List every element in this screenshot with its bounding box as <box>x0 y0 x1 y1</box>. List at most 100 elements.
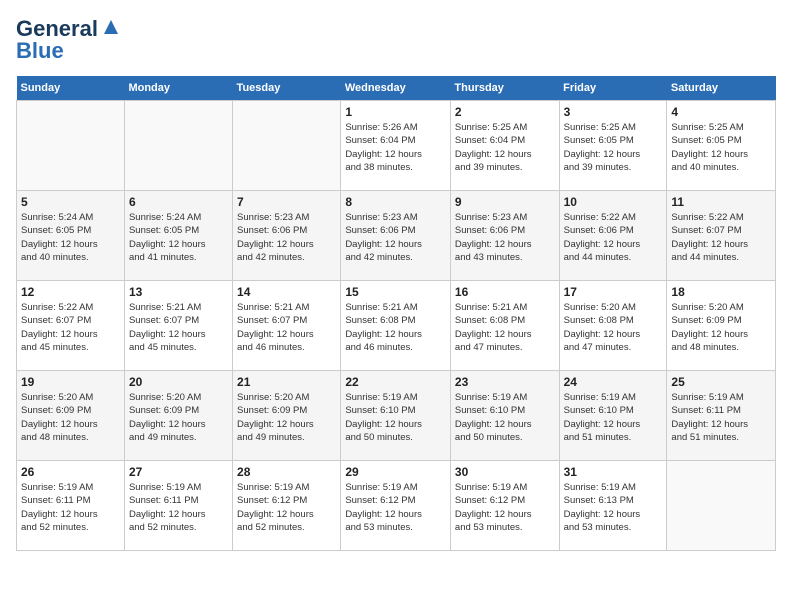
calendar-cell: 31 Sunrise: 5:19 AM Sunset: 6:13 PM Dayli… <box>559 461 667 551</box>
calendar-cell: 7Sunrise: 5:23 AM Sunset: 6:06 PM Daylig… <box>233 191 341 281</box>
calendar-cell: 17 Sunrise: 5:20 AM Sunset: 6:08 PM Dayli… <box>559 281 667 371</box>
calendar-cell <box>233 101 341 191</box>
day-number: 23 <box>455 375 555 389</box>
logo-icon <box>100 16 122 38</box>
cell-info: Sunrise: 5:19 AM Sunset: 6:10 PM Dayligh… <box>345 391 446 444</box>
week-row-4: 19 Sunrise: 5:20 AM Sunset: 6:09 PM Dayli… <box>17 371 776 461</box>
cell-info: Sunrise: 5:20 AM Sunset: 6:09 PM Dayligh… <box>129 391 228 444</box>
col-header-friday: Friday <box>559 76 667 101</box>
day-number: 14 <box>237 285 336 299</box>
day-number: 11 <box>671 195 771 209</box>
cell-info: Sunrise: 5:21 AM Sunset: 6:07 PM Dayligh… <box>129 301 228 354</box>
cell-info: Sunrise: 5:19 AM Sunset: 6:13 PM Dayligh… <box>564 481 663 534</box>
day-number: 17 <box>564 285 663 299</box>
day-number: 31 <box>564 465 663 479</box>
day-number: 26 <box>21 465 120 479</box>
calendar-cell: 28 Sunrise: 5:19 AM Sunset: 6:12 PM Dayli… <box>233 461 341 551</box>
cell-info: Sunrise: 5:21 AM Sunset: 6:08 PM Dayligh… <box>345 301 446 354</box>
cell-info: Sunrise: 5:25 AM Sunset: 6:05 PM Dayligh… <box>564 121 663 174</box>
cell-info: Sunrise: 5:20 AM Sunset: 6:08 PM Dayligh… <box>564 301 663 354</box>
calendar-cell: 21 Sunrise: 5:20 AM Sunset: 6:09 PM Dayli… <box>233 371 341 461</box>
page-header: General Blue <box>16 16 776 64</box>
calendar-cell: 9Sunrise: 5:23 AM Sunset: 6:06 PM Daylig… <box>450 191 559 281</box>
calendar-cell: 6 Sunrise: 5:24 AM Sunset: 6:05 PM Daylig… <box>124 191 232 281</box>
day-number: 4 <box>671 105 771 119</box>
calendar-cell: 5Sunrise: 5:24 AM Sunset: 6:05 PM Daylig… <box>17 191 125 281</box>
calendar-cell: 23 Sunrise: 5:19 AM Sunset: 6:10 PM Dayli… <box>450 371 559 461</box>
day-number: 27 <box>129 465 228 479</box>
week-row-3: 12 Sunrise: 5:22 AM Sunset: 6:07 PM Dayli… <box>17 281 776 371</box>
calendar-cell: 4 Sunrise: 5:25 AM Sunset: 6:05 PM Daylig… <box>667 101 776 191</box>
calendar-cell: 10 Sunrise: 5:22 AM Sunset: 6:06 PM Dayli… <box>559 191 667 281</box>
cell-info: Sunrise: 5:25 AM Sunset: 6:04 PM Dayligh… <box>455 121 555 174</box>
day-number: 8 <box>345 195 446 209</box>
header-row: SundayMondayTuesdayWednesdayThursdayFrid… <box>17 76 776 101</box>
calendar-cell: 20 Sunrise: 5:20 AM Sunset: 6:09 PM Dayli… <box>124 371 232 461</box>
calendar-cell: 22 Sunrise: 5:19 AM Sunset: 6:10 PM Dayli… <box>341 371 451 461</box>
day-number: 10 <box>564 195 663 209</box>
day-number: 25 <box>671 375 771 389</box>
calendar-cell: 25 Sunrise: 5:19 AM Sunset: 6:11 PM Dayli… <box>667 371 776 461</box>
day-number: 12 <box>21 285 120 299</box>
cell-info: Sunrise: 5:20 AM Sunset: 6:09 PM Dayligh… <box>671 301 771 354</box>
col-header-tuesday: Tuesday <box>233 76 341 101</box>
day-number: 21 <box>237 375 336 389</box>
cell-info: Sunrise: 5:24 AM Sunset: 6:05 PM Dayligh… <box>129 211 228 264</box>
day-number: 16 <box>455 285 555 299</box>
day-number: 2 <box>455 105 555 119</box>
day-number: 7 <box>237 195 336 209</box>
cell-info: Sunrise: 5:19 AM Sunset: 6:11 PM Dayligh… <box>21 481 120 534</box>
cell-info: Sunrise: 5:23 AM Sunset: 6:06 PM Dayligh… <box>345 211 446 264</box>
cell-info: Sunrise: 5:26 AM Sunset: 6:04 PM Dayligh… <box>345 121 446 174</box>
day-number: 22 <box>345 375 446 389</box>
calendar-cell: 14 Sunrise: 5:21 AM Sunset: 6:07 PM Dayli… <box>233 281 341 371</box>
day-number: 9 <box>455 195 555 209</box>
calendar-table: SundayMondayTuesdayWednesdayThursdayFrid… <box>16 76 776 551</box>
cell-info: Sunrise: 5:22 AM Sunset: 6:07 PM Dayligh… <box>21 301 120 354</box>
day-number: 5 <box>21 195 120 209</box>
day-number: 20 <box>129 375 228 389</box>
cell-info: Sunrise: 5:19 AM Sunset: 6:11 PM Dayligh… <box>129 481 228 534</box>
day-number: 1 <box>345 105 446 119</box>
logo: General Blue <box>16 16 122 64</box>
calendar-cell <box>17 101 125 191</box>
calendar-cell: 16Sunrise: 5:21 AM Sunset: 6:08 PM Dayli… <box>450 281 559 371</box>
day-number: 3 <box>564 105 663 119</box>
cell-info: Sunrise: 5:20 AM Sunset: 6:09 PM Dayligh… <box>237 391 336 444</box>
day-number: 15 <box>345 285 446 299</box>
calendar-cell: 27 Sunrise: 5:19 AM Sunset: 6:11 PM Dayli… <box>124 461 232 551</box>
calendar-cell: 11Sunrise: 5:22 AM Sunset: 6:07 PM Dayli… <box>667 191 776 281</box>
day-number: 30 <box>455 465 555 479</box>
day-number: 18 <box>671 285 771 299</box>
cell-info: Sunrise: 5:20 AM Sunset: 6:09 PM Dayligh… <box>21 391 120 444</box>
cell-info: Sunrise: 5:19 AM Sunset: 6:12 PM Dayligh… <box>237 481 336 534</box>
cell-info: Sunrise: 5:19 AM Sunset: 6:12 PM Dayligh… <box>455 481 555 534</box>
cell-info: Sunrise: 5:19 AM Sunset: 6:10 PM Dayligh… <box>455 391 555 444</box>
calendar-cell: 15 Sunrise: 5:21 AM Sunset: 6:08 PM Dayli… <box>341 281 451 371</box>
calendar-cell: 3 Sunrise: 5:25 AM Sunset: 6:05 PM Daylig… <box>559 101 667 191</box>
day-number: 29 <box>345 465 446 479</box>
calendar-cell: 30 Sunrise: 5:19 AM Sunset: 6:12 PM Dayli… <box>450 461 559 551</box>
calendar-cell: 8 Sunrise: 5:23 AM Sunset: 6:06 PM Daylig… <box>341 191 451 281</box>
week-row-2: 5 Sunrise: 5:24 AM Sunset: 6:05 PM Daylig… <box>17 191 776 281</box>
day-number: 24 <box>564 375 663 389</box>
cell-info: Sunrise: 5:22 AM Sunset: 6:06 PM Dayligh… <box>564 211 663 264</box>
calendar-cell: 2 Sunrise: 5:25 AM Sunset: 6:04 PM Daylig… <box>450 101 559 191</box>
week-row-5: 26 Sunrise: 5:19 AM Sunset: 6:11 PM Dayli… <box>17 461 776 551</box>
col-header-thursday: Thursday <box>450 76 559 101</box>
cell-info: Sunrise: 5:21 AM Sunset: 6:07 PM Dayligh… <box>237 301 336 354</box>
cell-info: Sunrise: 5:19 AM Sunset: 6:11 PM Dayligh… <box>671 391 771 444</box>
logo-blue: Blue <box>16 38 64 64</box>
week-row-1: 1 Sunrise: 5:26 AM Sunset: 6:04 PM Daylig… <box>17 101 776 191</box>
calendar-cell: 18 Sunrise: 5:20 AM Sunset: 6:09 PM Dayli… <box>667 281 776 371</box>
day-number: 28 <box>237 465 336 479</box>
day-number: 6 <box>129 195 228 209</box>
calendar-cell <box>124 101 232 191</box>
day-number: 19 <box>21 375 120 389</box>
cell-info: Sunrise: 5:19 AM Sunset: 6:12 PM Dayligh… <box>345 481 446 534</box>
calendar-cell: 29 Sunrise: 5:19 AM Sunset: 6:12 PM Dayli… <box>341 461 451 551</box>
col-header-sunday: Sunday <box>17 76 125 101</box>
calendar-cell: 26 Sunrise: 5:19 AM Sunset: 6:11 PM Dayli… <box>17 461 125 551</box>
calendar-cell: 12 Sunrise: 5:22 AM Sunset: 6:07 PM Dayli… <box>17 281 125 371</box>
cell-info: Sunrise: 5:25 AM Sunset: 6:05 PM Dayligh… <box>671 121 771 174</box>
